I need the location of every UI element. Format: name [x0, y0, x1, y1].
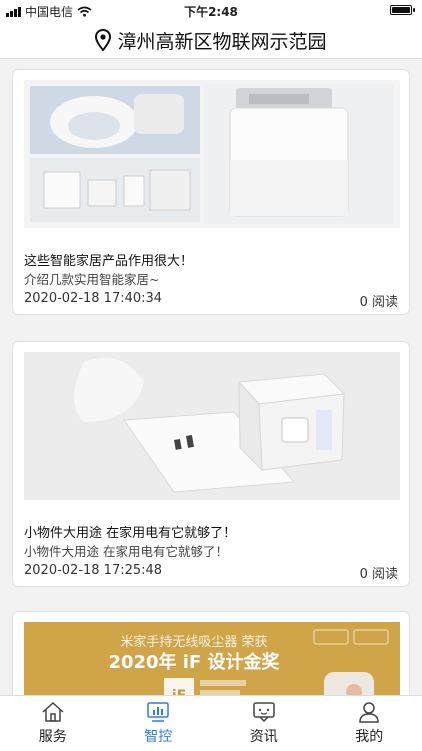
article-card[interactable]: 这些智能家居产品作用很大！ 介绍几款实用智能家居~ 2020-02-18 17:…: [12, 69, 410, 315]
article-title: 这些智能家居产品作用很大！: [24, 250, 193, 269]
status-bar: 中国电信 下午2:48: [0, 0, 422, 22]
person-icon: [357, 701, 381, 723]
nav-header: 漳州高新区物联网示范园: [0, 22, 422, 59]
tab-label: 服务: [39, 726, 67, 746]
home-icon: [41, 701, 65, 723]
battery-icon: [390, 5, 412, 15]
monitor-chart-icon: [146, 701, 170, 723]
chat-icon: [252, 701, 276, 723]
if-logo: iF: [172, 688, 186, 695]
status-time: 下午2:48: [0, 3, 422, 20]
article-summary: 小物件大用途 在家用电有它就够了！: [24, 541, 228, 560]
battery-level: [392, 7, 410, 13]
article-card[interactable]: 小物件大用途 在家用电有它就够了！ 小物件大用途 在家用电有它就够了！ 2020…: [12, 341, 410, 587]
tab-label: 智控: [144, 726, 172, 746]
article-image: [24, 80, 400, 228]
article-card[interactable]: 米家手持无线吸尘器 荣获 2020年 iF 设计金奖 iF: [12, 611, 410, 695]
award-subtitle: 米家手持无线吸尘器 荣获: [120, 634, 267, 650]
article-time: 2020-02-18 17:40:34: [24, 291, 162, 306]
article-read-count: 0 阅读: [360, 291, 398, 310]
tab-label: 我的: [355, 726, 383, 746]
location-pin-icon[interactable]: [95, 29, 111, 51]
tab-smart-control[interactable]: 智控: [106, 696, 212, 751]
page-title: 漳州高新区物联网示范园: [117, 27, 326, 54]
tab-news[interactable]: 资讯: [211, 696, 317, 751]
tab-profile[interactable]: 我的: [317, 696, 422, 751]
tab-label: 资讯: [250, 726, 278, 746]
article-image: 米家手持无线吸尘器 荣获 2020年 iF 设计金奖 iF: [24, 622, 400, 695]
article-read-count: 0 阅读: [360, 563, 398, 582]
article-time: 2020-02-18 17:25:48: [24, 563, 162, 578]
article-title: 小物件大用途 在家用电有它就够了！: [24, 522, 236, 541]
article-image: [24, 352, 400, 500]
award-title: 2020年 iF 设计金奖: [108, 651, 280, 673]
article-summary: 介绍几款实用智能家居~: [24, 269, 159, 288]
tab-services[interactable]: 服务: [0, 696, 106, 751]
bottom-tab-bar: 服务 智控 资讯 我的: [0, 695, 422, 751]
article-feed[interactable]: 这些智能家居产品作用很大！ 介绍几款实用智能家居~ 2020-02-18 17:…: [0, 59, 422, 695]
